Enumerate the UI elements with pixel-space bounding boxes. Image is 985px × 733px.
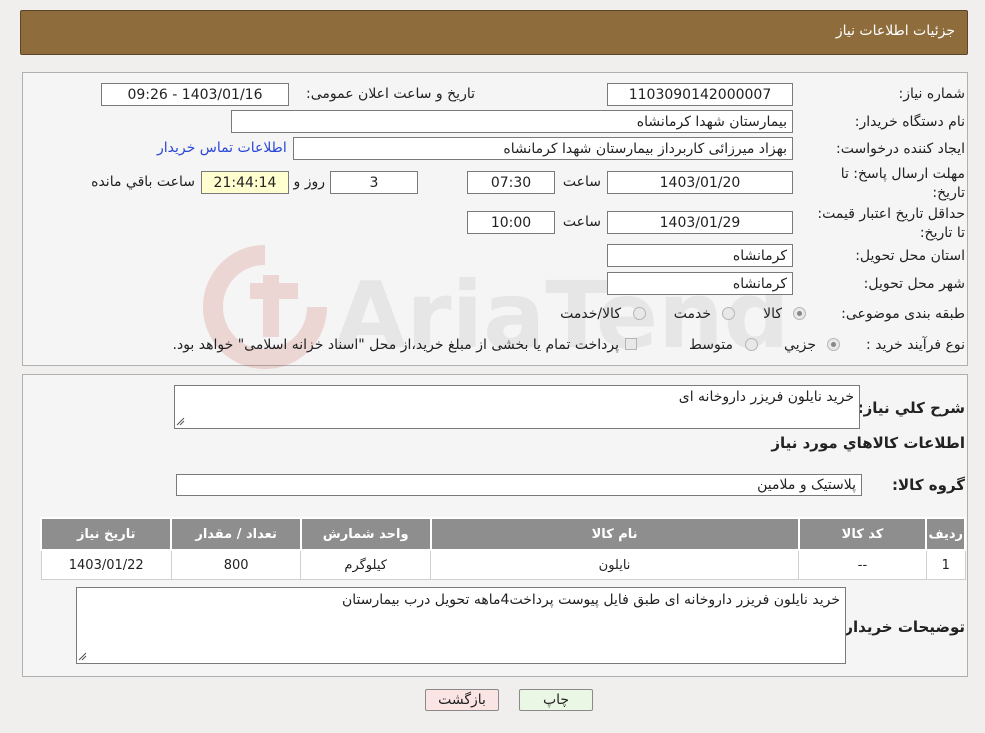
- category-radio-goods-service[interactable]: [633, 307, 646, 320]
- buyer-notes-label: توضیحات خریدار:: [838, 618, 965, 636]
- resize-grip-icon[interactable]: [78, 652, 87, 661]
- payment-note: پرداخت تمام یا بخشی از مبلغ خرید،از محل …: [172, 337, 619, 353]
- reply-time-label: ساعت: [562, 174, 601, 190]
- category-option-goods: کالا: [763, 306, 782, 322]
- cell-need-date: 1403/01/22: [40, 549, 172, 580]
- buyer-notes-textarea[interactable]: خرید نایلون فریزر داروخانه ای طبق فایل پ…: [76, 587, 846, 664]
- cell-goods-name: نایلون: [430, 549, 800, 580]
- resize-grip-icon[interactable]: [176, 417, 185, 426]
- print-button[interactable]: چاپ: [519, 689, 593, 711]
- need-number-label: شماره نیاز:: [898, 86, 966, 102]
- need-number-field: 1103090142000007: [607, 83, 793, 106]
- validity-label: حداقل تاریخ اعتبار قیمت: تا تاریخ:: [817, 206, 965, 241]
- validity-time-field: 10:00: [467, 211, 555, 234]
- city-label: شهر محل تحویل:: [863, 276, 965, 292]
- reply-time-field: 07:30: [467, 171, 555, 194]
- category-radio-goods[interactable]: [793, 307, 806, 320]
- cell-quantity: 800: [170, 549, 302, 580]
- buyer-org-field: بیمارستان شهدا کرمانشاه: [231, 110, 793, 133]
- category-radio-service[interactable]: [722, 307, 735, 320]
- announce-label: تاریخ و ساعت اعلان عمومی:: [306, 86, 475, 102]
- category-label: طبقه بندی موضوعی:: [841, 306, 965, 322]
- remaining-time-field: 21:44:14: [201, 171, 289, 194]
- city-field: کرمانشاه: [607, 272, 793, 295]
- group-field: پلاستیک و ملامین: [176, 474, 862, 496]
- creator-label: ایجاد کننده درخواست:: [836, 141, 965, 157]
- process-radio-partial[interactable]: [827, 338, 840, 351]
- back-button[interactable]: بازگشت: [425, 689, 499, 711]
- province-field: کرمانشاه: [607, 244, 793, 267]
- goods-info-title: اطلاعات کالاهاي مورد نياز: [771, 434, 965, 452]
- province-label: استان محل تحویل:: [855, 248, 965, 264]
- payment-checkbox[interactable]: [625, 338, 637, 350]
- group-label: گروه کالا:: [892, 476, 965, 494]
- reply-deadline-label: مهلت ارسال پاسخ: تا تاریخ:: [840, 166, 965, 201]
- table-row: 1 -- نایلون کیلوگرم 800 1403/01/22: [40, 549, 966, 580]
- validity-time-label: ساعت: [562, 214, 601, 230]
- col-need-date: تاریخ نیاز: [39, 517, 173, 551]
- days-label: روز و: [293, 174, 326, 190]
- summary-textarea[interactable]: خرید نایلون فریزر داروخانه ای: [174, 385, 860, 429]
- col-quantity: تعداد / مقدار: [170, 517, 302, 551]
- cell-goods-code: --: [798, 549, 927, 580]
- summary-label: شرح کلي نياز:: [857, 399, 965, 417]
- creator-field: بهزاد میرزائی کاربرداز بیمارستان شهدا کر…: [293, 137, 793, 160]
- category-option-service: خدمت: [673, 306, 711, 322]
- reply-date-field: 1403/01/20: [607, 171, 793, 194]
- process-label: نوع فرآیند خرید :: [866, 337, 965, 353]
- process-option-medium: متوسط: [689, 337, 733, 353]
- col-unit: واحد شمارش: [299, 517, 432, 551]
- process-option-partial: جزیي: [784, 337, 816, 353]
- remaining-time-label: ساعت باقي مانده: [91, 174, 195, 190]
- col-goods-name: نام کالا: [429, 517, 800, 551]
- col-goods-code: کد کالا: [797, 517, 928, 551]
- announce-field: 1403/01/16 - 09:26: [101, 83, 289, 106]
- validity-date-field: 1403/01/29: [607, 211, 793, 234]
- page-header: جزئیات اطلاعات نیاز: [20, 10, 968, 55]
- category-option-goods-service: کالا/خدمت: [560, 306, 621, 322]
- page-title: جزئیات اطلاعات نیاز: [835, 23, 955, 39]
- days-field: 3: [330, 171, 418, 194]
- process-radio-medium[interactable]: [745, 338, 758, 351]
- cell-row-number: 1: [925, 549, 966, 580]
- col-row-number: رديف: [925, 517, 966, 551]
- buyer-org-label: نام دستگاه خریدار:: [854, 114, 965, 130]
- buyer-contact-link[interactable]: اطلاعات تماس خریدار: [157, 140, 287, 156]
- table-header-row: رديف کد کالا نام کالا واحد شمارش تعداد /…: [39, 517, 966, 551]
- goods-table: رديف کد کالا نام کالا واحد شمارش تعداد /…: [39, 517, 966, 580]
- cell-unit: کیلوگرم: [300, 549, 432, 580]
